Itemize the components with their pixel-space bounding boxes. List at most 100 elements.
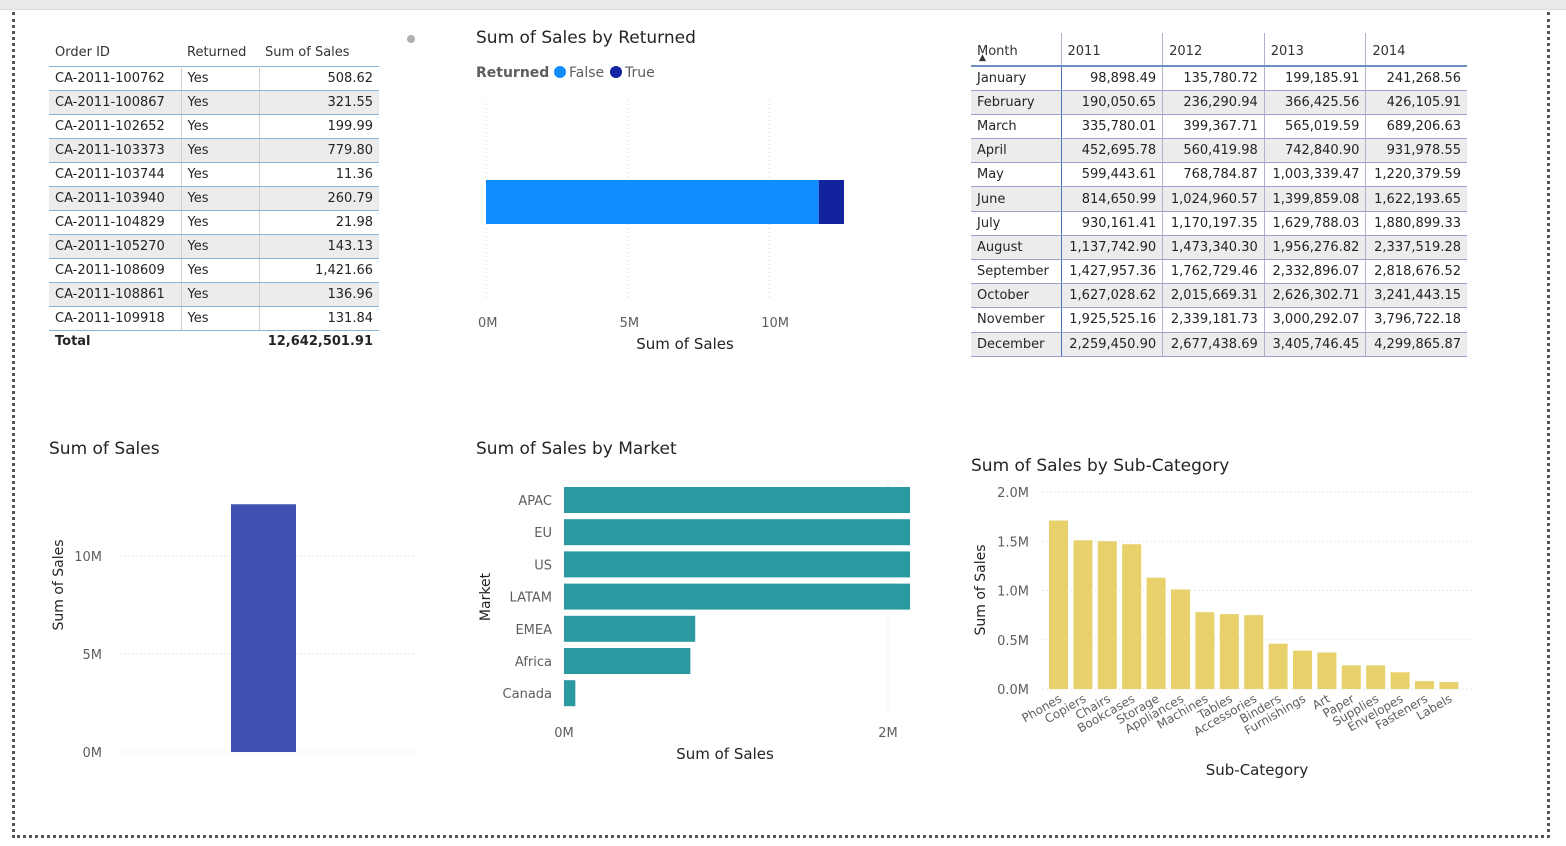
table-row[interactable]: CA-2011-104829 Yes 21.98 xyxy=(49,210,379,235)
bar-machines[interactable] xyxy=(1195,612,1215,689)
bar-supplies[interactable] xyxy=(1366,665,1386,689)
bar-phones[interactable] xyxy=(1049,520,1068,689)
bar-binders[interactable] xyxy=(1268,643,1288,689)
bar-fasteners[interactable] xyxy=(1415,681,1434,689)
value-cell: 1,622,193.65 xyxy=(1365,186,1467,212)
table-row[interactable]: April 452,695.78 560,419.98 742,840.90 931,9… xyxy=(971,138,1467,164)
table-row[interactable]: October 1,627,028.62 2,015,669.31 2,626,302… xyxy=(971,283,1467,309)
legend-label-false[interactable]: False xyxy=(569,65,604,81)
table-cell: 21.98 xyxy=(259,210,379,235)
column-header[interactable]: 2014 xyxy=(1366,33,1467,66)
sort-ascending-icon[interactable]: ▲ xyxy=(979,53,986,63)
table-cell: CA-2011-103940 xyxy=(49,186,182,211)
bar-us[interactable] xyxy=(564,551,910,578)
bar-paper[interactable] xyxy=(1341,665,1361,689)
column-header[interactable]: 2013 xyxy=(1264,33,1367,66)
table-row[interactable]: CA-2011-103373 Yes 779.80 xyxy=(49,138,379,163)
bar-latam[interactable] xyxy=(564,583,910,610)
total-sales-column-chart[interactable]: 0M 5M 10M Sum of Sales xyxy=(40,470,430,770)
table-cell: 1,421.66 xyxy=(259,258,379,283)
visual-focus-handle[interactable] xyxy=(407,35,415,43)
value-cell: 236,290.94 xyxy=(1162,90,1265,115)
table-row[interactable]: May 599,443.61 768,784.87 1,003,339.47 1,220… xyxy=(971,162,1467,188)
table-row[interactable]: CA-2011-100867 Yes 321.55 xyxy=(49,90,379,115)
table-row[interactable]: CA-2011-108609 Yes 1,421.66 xyxy=(49,258,379,283)
y-tick-label: 5M xyxy=(83,648,103,663)
total-row: Total 12,642,501.91 xyxy=(49,330,379,352)
bar-accessories[interactable] xyxy=(1244,615,1264,689)
column-header[interactable]: Order ID xyxy=(49,33,181,66)
table-row[interactable]: August 1,137,742.90 1,473,340.30 1,956,276.… xyxy=(971,235,1467,261)
table-cell: 779.80 xyxy=(259,138,379,163)
column-header[interactable]: 2012 xyxy=(1162,33,1265,66)
table-row[interactable]: January 98,898.49 135,780.72 199,185.91 241,… xyxy=(971,66,1467,91)
table-cell: Yes xyxy=(181,138,260,163)
column-header[interactable]: Returned xyxy=(181,33,259,66)
value-cell: 1,956,276.82 xyxy=(1264,235,1367,261)
bar-total-sales[interactable] xyxy=(231,504,296,752)
x-axis-label: Sub-Category xyxy=(1206,761,1309,779)
bar-tables[interactable] xyxy=(1219,614,1239,689)
value-cell: 3,405,746.45 xyxy=(1264,332,1367,357)
bar-apac[interactable] xyxy=(564,487,910,513)
table-row[interactable]: September 1,427,957.36 1,762,729.46 2,332,8… xyxy=(971,259,1467,285)
value-cell: 2,339,181.73 xyxy=(1162,307,1265,333)
market-bar-chart[interactable]: 0M2M4MAPACEUUSLATAMEMEAAfricaCanadaSum o… xyxy=(470,470,910,770)
legend-label-true[interactable]: True xyxy=(624,65,655,81)
table-cell: CA-2011-102652 xyxy=(49,114,182,139)
table-cell: Yes xyxy=(181,66,260,91)
y-tick-label: 10M xyxy=(74,550,102,565)
bar-africa[interactable] xyxy=(564,648,691,674)
returned-bar-chart[interactable]: Returned False True 0M 5M 10M Sum of Sales xyxy=(470,55,900,365)
table-row[interactable]: February 190,050.65 236,290.94 366,425.56 42… xyxy=(971,90,1467,115)
bar-false[interactable] xyxy=(486,180,819,224)
bar-true[interactable] xyxy=(818,180,844,224)
column-header-month[interactable]: Month ▲ xyxy=(971,33,1062,66)
bar-canada[interactable] xyxy=(564,680,576,707)
bar-copiers[interactable] xyxy=(1073,540,1093,689)
table-row[interactable]: November 1,925,525.16 2,339,181.73 3,000,29… xyxy=(971,307,1467,333)
x-tick-label: 0M xyxy=(554,726,574,741)
bar-chairs[interactable] xyxy=(1097,541,1117,689)
y-tick-label: 1.5M xyxy=(997,535,1029,550)
value-cell: 1,024,960.57 xyxy=(1162,186,1265,212)
legend-marker-true[interactable] xyxy=(610,66,622,78)
y-tick-label: EMEA xyxy=(515,623,552,638)
month-year-matrix: Month ▲ 2011 2012 2013 2014 January 98,89… xyxy=(971,33,1467,357)
table-row[interactable]: July 930,161.41 1,170,197.35 1,629,788.03 1,… xyxy=(971,211,1467,236)
table-row[interactable]: CA-2011-103940 Yes 260.79 xyxy=(49,186,379,211)
subcategory-column-chart[interactable]: 0.0M0.5M1.0M1.5M2.0MPhonesCopiersChairsB… xyxy=(965,478,1485,788)
table-row[interactable]: CA-2011-103744 Yes 11.36 xyxy=(49,162,379,187)
column-header[interactable]: 2011 xyxy=(1061,33,1164,66)
table-row[interactable]: March 335,780.01 399,367.71 565,019.59 689,2… xyxy=(971,114,1467,140)
bar-emea[interactable] xyxy=(564,615,696,642)
table-cell: CA-2011-104829 xyxy=(49,210,182,235)
total-value: 12,642,501.91 xyxy=(267,333,373,349)
value-cell: 930,161.41 xyxy=(1061,211,1164,236)
y-tick-label: Africa xyxy=(515,655,552,670)
column-header[interactable]: Sum of Sales xyxy=(259,33,379,66)
value-cell: 560,419.98 xyxy=(1162,138,1265,164)
table-cell: Yes xyxy=(181,114,260,139)
table-row[interactable]: June 814,650.99 1,024,960.57 1,399,859.08 1,… xyxy=(971,186,1467,212)
y-tick-label: LATAM xyxy=(510,591,552,606)
y-axis-label: Market xyxy=(478,572,494,621)
bar-bookcases[interactable] xyxy=(1122,544,1142,689)
table-row[interactable]: December 2,259,450.90 2,677,438.69 3,405,74… xyxy=(971,332,1467,357)
bar-storage[interactable] xyxy=(1146,577,1166,689)
table-row[interactable]: CA-2011-100762 Yes 508.62 xyxy=(49,66,379,91)
bar-furnishings[interactable] xyxy=(1293,650,1312,689)
bar-appliances[interactable] xyxy=(1171,589,1190,689)
value-cell: 768,784.87 xyxy=(1162,162,1265,188)
bar-envelopes[interactable] xyxy=(1390,672,1410,689)
table-row[interactable]: CA-2011-105270 Yes 143.13 xyxy=(49,234,379,259)
table-row[interactable]: CA-2011-109918 Yes 131.84 xyxy=(49,306,379,331)
bar-art[interactable] xyxy=(1317,652,1337,689)
value-cell: 426,105.91 xyxy=(1365,90,1467,115)
bar-eu[interactable] xyxy=(564,519,910,546)
value-cell: 3,000,292.07 xyxy=(1264,307,1367,333)
legend-marker-false[interactable] xyxy=(554,66,566,78)
bar-labels[interactable] xyxy=(1439,682,1459,689)
table-row[interactable]: CA-2011-102652 Yes 199.99 xyxy=(49,114,379,139)
table-row[interactable]: CA-2011-108861 Yes 136.96 xyxy=(49,282,379,307)
